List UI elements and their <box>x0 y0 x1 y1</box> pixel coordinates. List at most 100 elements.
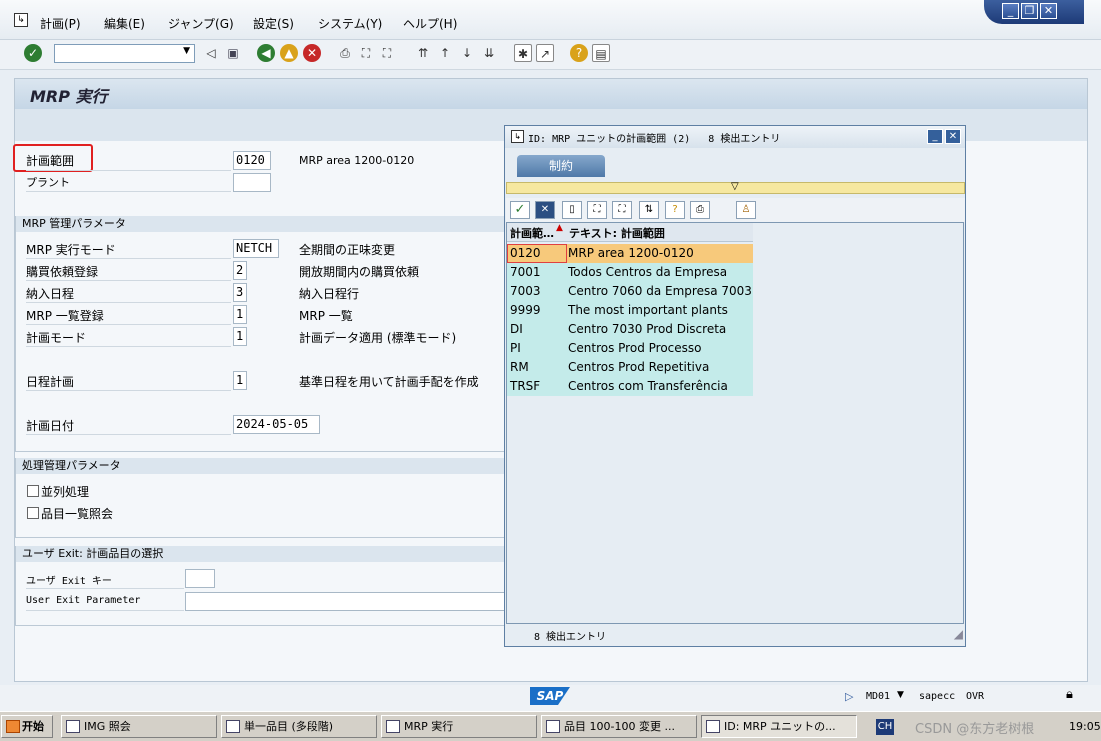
list-item[interactable]: PI Centros Prod Processo <box>507 339 753 358</box>
find-next-icon[interactable]: ⛶ <box>612 201 632 219</box>
menu-system[interactable]: システム(Y) <box>318 15 382 32</box>
restrictions-toggle[interactable]: ▽ <box>506 181 965 194</box>
back-icon[interactable]: ◀ <box>257 44 275 62</box>
purchase-req-field[interactable]: 2 <box>233 261 247 280</box>
command-field[interactable]: ▼ <box>54 44 195 63</box>
mrp-list-field[interactable]: 1 <box>233 305 247 324</box>
dialog-close-icon[interactable]: ✕ <box>945 129 961 144</box>
info-icon[interactable]: ? <box>665 201 685 219</box>
menu-jump[interactable]: ジャンプ(G) <box>168 15 234 32</box>
user-exit-key-field[interactable] <box>185 569 215 588</box>
dialog-status: 8 検出エントリ ◢ <box>506 625 965 645</box>
list-item[interactable]: TRSF Centros com Transferência <box>507 377 753 396</box>
scheduling-field[interactable]: 1 <box>233 371 247 390</box>
layout-menu-icon[interactable]: ▤ <box>592 44 610 62</box>
session-dropdown-icon[interactable]: ▼ <box>897 690 904 700</box>
row-text: Centro 7030 Prod Discreta <box>568 322 727 336</box>
sort-icon[interactable]: ⇅ <box>639 201 659 219</box>
menu-help[interactable]: ヘルプ(H) <box>403 15 457 32</box>
task-value-help[interactable]: ID: MRP ユニットの... <box>701 715 857 738</box>
plant-field[interactable] <box>233 173 271 192</box>
print-dropdown-icon[interactable]: ⎙ <box>690 201 710 219</box>
print-icon[interactable]: ⎙ <box>336 44 354 62</box>
task-mrp-run[interactable]: MRP 実行 <box>381 715 537 738</box>
find-next-icon[interactable]: ⛶ <box>378 44 396 62</box>
parallel-processing-label: 並列処理 <box>41 485 90 499</box>
dialog-minimize-icon[interactable]: _ <box>927 129 943 144</box>
restore-icon[interactable]: ❐ <box>1021 3 1038 19</box>
task-img[interactable]: IMG 照会 <box>61 715 217 738</box>
delivery-schedule-field[interactable]: 3 <box>233 283 247 302</box>
mrp-mode-label: MRP 実行モード <box>26 243 116 257</box>
task-label: 品目 100-100 変更 ... <box>564 720 675 733</box>
user-exit-param-field[interactable] <box>185 592 505 611</box>
save-icon[interactable]: ▣ <box>224 44 242 62</box>
help-icon[interactable]: ? <box>570 44 588 62</box>
plant-label: プラント <box>26 176 70 189</box>
exit-icon[interactable]: ▲ <box>280 44 298 62</box>
new-session-icon[interactable]: ✱ <box>514 44 532 62</box>
find-icon[interactable]: ⛶ <box>357 44 375 62</box>
tab-restrictions[interactable]: 制約 <box>517 155 605 177</box>
personalize-icon[interactable]: ♙ <box>736 201 756 219</box>
task-single-material[interactable]: 単一品目 (多段階) <box>221 715 377 738</box>
plan-scope-field[interactable]: 0120 <box>233 151 271 170</box>
material-list-label: 品目一覧照会 <box>41 507 114 521</box>
list-item[interactable]: 7001Todos Centros da Empresa 7001 <box>507 263 753 298</box>
first-page-icon[interactable]: ⇈ <box>414 44 432 62</box>
row-code: RM <box>510 360 529 374</box>
column-header-code[interactable]: 計画範… <box>510 225 554 241</box>
new-selection-icon[interactable]: ▯ <box>562 201 582 219</box>
find-icon[interactable]: ⛶ <box>587 201 607 219</box>
task-material-change[interactable]: 品目 100-100 変更 ... <box>541 715 697 738</box>
prev-page-icon[interactable]: ↑ <box>436 44 454 62</box>
list-item[interactable]: RM Centros Prod Repetitiva <box>507 358 753 377</box>
delivery-schedule-desc: 納入日程行 <box>299 287 360 301</box>
plan-scope-label: 計画範囲 <box>26 154 75 168</box>
chevron-down-icon[interactable]: ▼ <box>183 46 190 56</box>
sap-window-icon <box>226 720 240 733</box>
expand-status-icon[interactable]: ▷ <box>845 690 853 703</box>
task-label: MRP 実行 <box>404 720 454 733</box>
cancel-selection-icon[interactable]: ✕ <box>535 201 555 219</box>
confirm-icon[interactable]: ✓ <box>510 201 530 219</box>
row-text: Centros Prod Processo <box>568 341 702 355</box>
list-item[interactable]: 7003 Centro 7060 da Empresa 7003 <box>507 282 753 301</box>
parallel-processing-checkbox[interactable] <box>27 485 39 497</box>
enter-icon[interactable]: ✓ <box>24 44 42 62</box>
language-indicator[interactable]: CH <box>876 719 894 735</box>
transaction-code: MD01 <box>866 691 891 702</box>
dialog-menu-icon[interactable]: ↳ <box>511 130 524 143</box>
row-code: PI <box>510 341 521 355</box>
list-item[interactable]: 9999 The most important plants <box>507 301 753 320</box>
material-list-checkbox[interactable] <box>27 507 39 519</box>
menu-plan[interactable]: 計画(P) <box>40 15 81 32</box>
app-menu-icon[interactable]: ↳ <box>14 13 28 27</box>
task-label: IMG 照会 <box>84 720 131 733</box>
planning-mode-field[interactable]: 1 <box>233 327 247 346</box>
sap-logo: SAP <box>530 687 570 705</box>
minimize-icon[interactable]: _ <box>1002 3 1019 19</box>
cancel-icon[interactable]: ✕ <box>303 44 321 62</box>
user-exit-key-label: ユーザ Exit キー <box>26 576 112 587</box>
mrp-list-desc: MRP 一覧 <box>299 309 353 323</box>
sap-window-icon <box>386 720 400 733</box>
shortcut-icon[interactable]: ↗ <box>536 44 554 62</box>
processing-group-title: 処理管理パラメータ <box>16 458 504 474</box>
back-triangle-icon[interactable]: ◁ <box>202 44 220 62</box>
planning-date-field[interactable]: 2024-05-05 <box>233 415 320 434</box>
menu-settings[interactable]: 設定(S) <box>253 15 294 32</box>
expand-triangle-icon[interactable]: ▽ <box>731 181 739 192</box>
scheduling-label: 日程計画 <box>26 375 75 389</box>
close-icon[interactable]: ✕ <box>1040 3 1057 19</box>
column-header-text[interactable]: テキスト: 計画範囲 <box>569 225 665 241</box>
start-button[interactable]: 开始 <box>1 715 53 738</box>
mrp-mode-field[interactable]: NETCH <box>233 239 279 258</box>
next-page-icon[interactable]: ↓ <box>458 44 476 62</box>
list-item[interactable]: DI Centro 7030 Prod Discreta <box>507 320 753 339</box>
mrp-group-title: MRP 管理パラメータ <box>16 216 504 232</box>
resize-grip-icon[interactable]: ◢ <box>954 627 963 641</box>
row-code: 9999 <box>510 303 541 317</box>
last-page-icon[interactable]: ⇊ <box>480 44 498 62</box>
menu-edit[interactable]: 編集(E) <box>104 15 145 32</box>
